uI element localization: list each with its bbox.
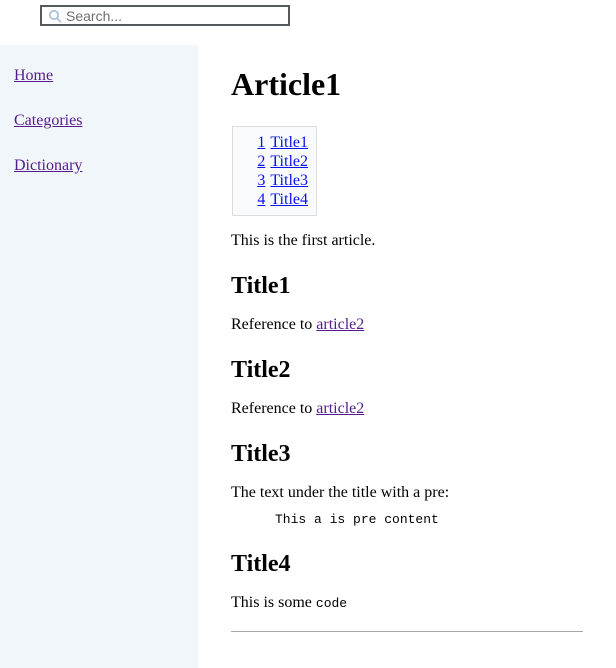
toc-link-title4[interactable]: 4 Title4	[257, 191, 308, 208]
toc-link-title2[interactable]: 2 Title2	[257, 153, 308, 170]
section-paragraph-title2: Reference to article2	[231, 384, 616, 418]
article2-link[interactable]: article2	[316, 316, 364, 333]
toc-number: 1	[257, 134, 266, 151]
toc-item[interactable]: 4 Title4	[241, 190, 308, 209]
toc-item[interactable]: 3 Title3	[241, 171, 308, 190]
sidebar: Home Categories Dictionary	[0, 45, 198, 668]
pre-block: This a is pre content	[275, 512, 439, 527]
toc-link-title3[interactable]: 3 Title3	[257, 172, 308, 189]
page-title: Article1	[231, 66, 342, 102]
toc-number: 2	[257, 153, 266, 170]
article2-link[interactable]: article2	[316, 400, 364, 417]
toc-number: 3	[257, 172, 266, 189]
sidebar-item-categories[interactable]: Categories	[14, 112, 198, 130]
toc-label: Title4	[270, 191, 308, 208]
section-paragraph-title3: The text under the title with a pre:	[231, 484, 450, 501]
section-paragraph-title1: Reference to article2	[231, 300, 616, 334]
section-heading-title2: Title2	[231, 357, 291, 383]
sidebar-item-dictionary[interactable]: Dictionary	[14, 157, 198, 175]
section-heading-title1: Title1	[231, 273, 291, 299]
section-text: Reference to	[231, 316, 317, 333]
toc-list: 1 Title1 2 Title2 3 Title3 4 Title4	[241, 133, 308, 209]
toc-label: Title1	[270, 134, 308, 151]
search-box[interactable]	[40, 5, 290, 26]
article-content: Article1 1 Title1 2 Title2 3 Title3 4 Title4…	[198, 45, 616, 668]
table-of-contents: 1 Title1 2 Title2 3 Title3 4 Title4	[232, 126, 317, 216]
section-text: This is some	[231, 594, 316, 611]
toc-item[interactable]: 2 Title2	[241, 152, 308, 171]
search-bar	[0, 0, 616, 45]
inline-code: code	[315, 596, 348, 611]
sidebar-link-categories[interactable]: Categories	[14, 112, 82, 129]
toc-link-title1[interactable]: 1 Title1	[257, 134, 308, 151]
section-heading-title4: Title4	[231, 551, 291, 577]
search-input[interactable]	[66, 7, 284, 24]
toc-label: Title3	[270, 172, 308, 189]
section-paragraph-title4: This is some code	[231, 578, 616, 613]
section-heading-title3: Title3	[231, 441, 291, 467]
section-text: Reference to	[231, 400, 317, 417]
sidebar-link-dictionary[interactable]: Dictionary	[14, 157, 82, 174]
sidebar-item-home[interactable]: Home	[14, 67, 198, 85]
toc-label: Title2	[270, 153, 308, 170]
article-intro: This is the first article.	[231, 232, 376, 249]
toc-number: 4	[257, 191, 266, 208]
content-divider	[231, 631, 583, 632]
toc-item[interactable]: 1 Title1	[241, 133, 308, 152]
sidebar-link-home[interactable]: Home	[14, 67, 53, 84]
search-icon	[48, 9, 62, 23]
